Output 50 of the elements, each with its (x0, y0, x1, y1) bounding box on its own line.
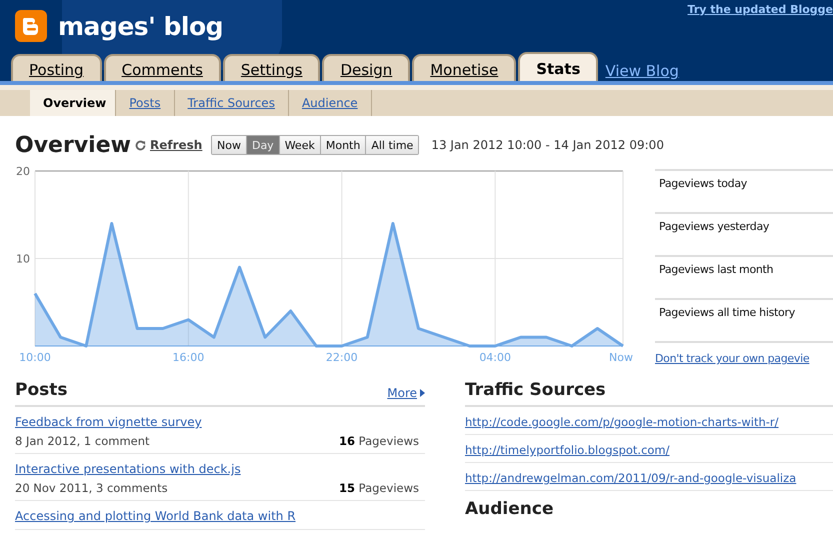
refresh-icon[interactable] (135, 140, 146, 150)
refresh-link[interactable]: Refresh (150, 138, 202, 152)
axis-label: 04:00 (479, 351, 512, 364)
nav-tab[interactable]: Posting (11, 54, 102, 81)
axis-label: 10 (16, 252, 30, 266)
dont-track-link[interactable]: Don't track your own pagevie (655, 352, 810, 365)
range-button[interactable]: Week (278, 136, 320, 154)
caret-icon (420, 389, 425, 397)
more-link[interactable]: More (387, 386, 425, 400)
axis-label: 10:00 (19, 351, 51, 364)
axis-label: 16:00 (172, 351, 204, 364)
stat-label: Pageviews today (655, 169, 833, 212)
range-button[interactable]: Day (246, 136, 279, 154)
nav-tab[interactable]: Design (322, 54, 410, 81)
try-updated-blogger-link[interactable]: Try the updated Blogge (688, 3, 833, 16)
nav-tab[interactable]: Comments (104, 54, 221, 81)
date-range: 13 Jan 2012 10:00 - 14 Jan 2012 09:00 (431, 138, 664, 152)
post-title-link[interactable]: Accessing and plotting World Bank data with R (15, 509, 296, 523)
pageview-count: 16 Pageviews (339, 434, 419, 448)
post-title-link[interactable]: Interactive presentations with deck.js (15, 462, 241, 476)
blogger-logo-icon (15, 10, 47, 42)
stat-label: Pageviews all time history (655, 298, 833, 341)
stat-label: Pageviews last month (655, 255, 833, 298)
post-title-link[interactable]: Feedback from vignette survey (15, 415, 202, 429)
stat-label: Pageviews yesterday (655, 212, 833, 255)
post-meta: 20 Nov 2011, 3 comments (15, 481, 168, 495)
posts-heading: Posts (15, 380, 68, 400)
post-meta: 8 Jan 2012, 1 comment (15, 434, 150, 448)
range-button[interactable]: Now (212, 136, 246, 154)
sub-tab[interactable]: Audience (288, 90, 372, 116)
source-link[interactable]: http://code.google.com/p/google-motion-charts-with-r/ (465, 415, 779, 429)
axis-label: 22:00 (326, 351, 358, 364)
axis-label: Now (609, 351, 633, 364)
sub-tab[interactable]: Overview (30, 90, 116, 116)
range-button[interactable]: All time (365, 136, 418, 154)
nav-tab[interactable]: Monetise (412, 54, 516, 81)
blog-title: mages' blog (58, 12, 224, 40)
view-blog-link[interactable]: View Blog (605, 62, 679, 81)
source-link[interactable]: http://andrewgelman.com/2011/09/r-and-google-visualiza (465, 471, 796, 485)
nav-tab[interactable]: Settings (222, 54, 320, 81)
sub-tab[interactable]: Traffic Sources (174, 90, 289, 116)
pageview-count: 15 Pageviews (339, 481, 419, 495)
range-button[interactable]: Month (320, 136, 366, 154)
nav-tab[interactable]: Stats (518, 52, 598, 81)
sub-tab[interactable]: Posts (116, 90, 175, 116)
axis-label: 20 (16, 166, 30, 178)
overview-heading: Overview (15, 132, 132, 158)
audience-heading: Audience (465, 499, 554, 519)
traffic-sources-heading: Traffic Sources (465, 380, 606, 400)
source-link[interactable]: http://timelyportfolio.blogspot.com/ (465, 443, 670, 457)
